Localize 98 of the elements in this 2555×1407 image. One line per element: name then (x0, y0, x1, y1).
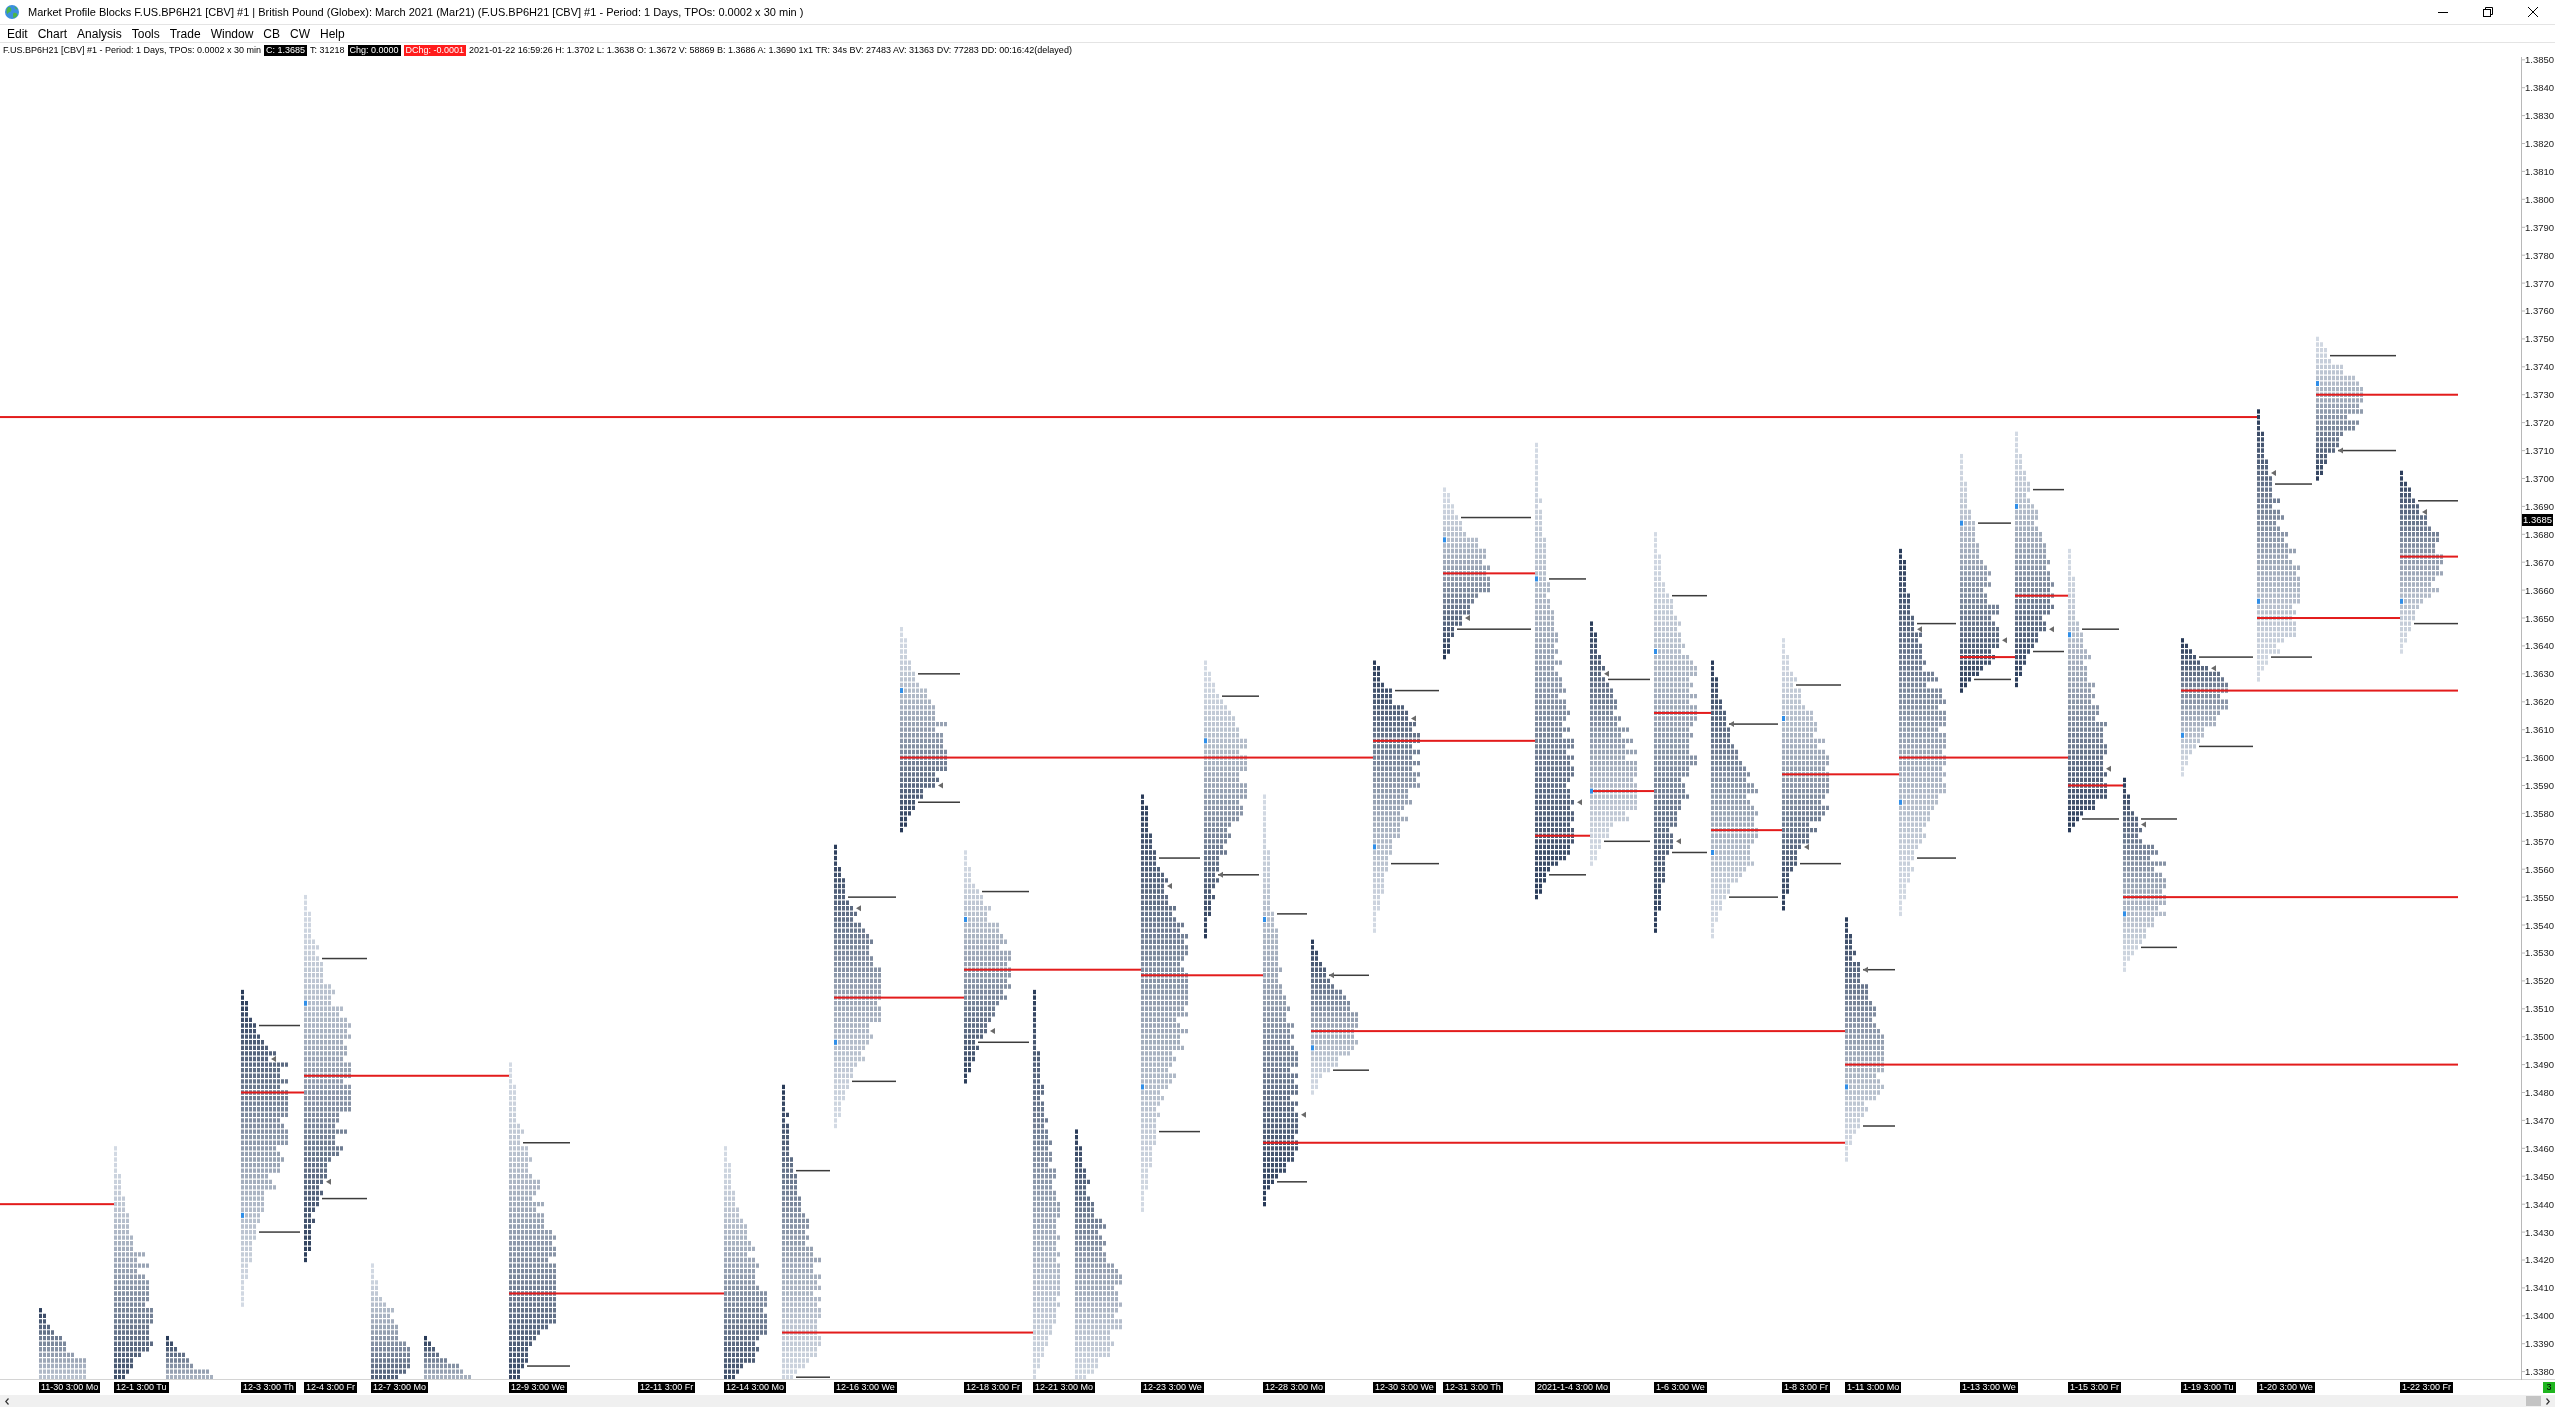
price-label: 1.3620 (2525, 696, 2555, 708)
price-label: 1.3820 (2525, 138, 2555, 150)
menu-item[interactable]: Help (315, 25, 350, 42)
price-label: 1.3530 (2525, 947, 2555, 959)
menu-item[interactable]: Chart (32, 25, 73, 42)
price-label: 1.3430 (2525, 1226, 2555, 1238)
date-label: 12-11 3:00 Fr (638, 1382, 696, 1393)
price-label: 1.3710 (2525, 445, 2555, 457)
info-text: 2021-01-22 16:59:26 H: 1.3702 L: 1.3638 O: 1.3672 V: 58869 B: 1.3686 A: 1.3690 1x1 TR: 34s BV: 27483 AV: 31363 DV: 77283 DD: 00:16:42(delayed) (469, 44, 1072, 56)
date-label: 12-28 3:00 Mo (1263, 1382, 1326, 1393)
chevron-left-icon (5, 1397, 9, 1405)
date-label: 12-31 3:00 Th (1443, 1382, 1503, 1393)
price-label: 1.3670 (2525, 556, 2555, 568)
date-label: 12-18 3:00 Fr (964, 1382, 1023, 1393)
date-label: 12-16 3:00 We (834, 1382, 897, 1393)
date-label: 1-22 3:00 Fr (2400, 1382, 2454, 1393)
menu-item[interactable]: Tools (126, 25, 165, 42)
date-label: 12-21 3:00 Mo (1033, 1382, 1096, 1393)
price-label: 1.3780 (2525, 249, 2555, 261)
menu-item[interactable]: CW (285, 25, 315, 42)
info-text: F.US.BP6H21 [CBV] #1 - Period: 1 Days, TPOs: 0.0002 x 30 min (3, 44, 261, 56)
date-label: 12-23 3:00 We (1141, 1382, 1204, 1393)
price-label: 1.3790 (2525, 221, 2555, 233)
price-label: 1.3800 (2525, 193, 2555, 205)
date-label: 12-4 3:00 Fr (304, 1382, 358, 1393)
price-label: 1.3580 (2525, 807, 2555, 819)
price-label: 1.3770 (2525, 277, 2555, 289)
price-label: 1.3400 (2525, 1310, 2555, 1322)
price-label: 1.3470 (2525, 1114, 2555, 1126)
price-label: 1.3740 (2525, 361, 2555, 373)
price-label: 1.3680 (2525, 528, 2555, 540)
price-label: 1.3510 (2525, 1003, 2555, 1015)
price-label: 1.3720 (2525, 417, 2555, 429)
price-label: 1.3830 (2525, 110, 2555, 122)
price-label: 1.3440 (2525, 1198, 2555, 1210)
menu-item[interactable]: Edit (2, 25, 33, 42)
quote-badge: Chg: 0.0000 (347, 44, 401, 56)
date-label: 1-15 3:00 Fr (2068, 1382, 2122, 1393)
price-label: 1.3690 (2525, 500, 2555, 512)
window-title: Market Profile Blocks F.US.BP6H21 [CBV] #1 | British Pound (Globex): March 2021 (Mar21) (F.US.BP6H21 [CBV] #1 - Period: 1 Days, TPOs: 0.0002 x 30 min ) (28, 6, 804, 18)
price-label: 1.3730 (2525, 389, 2555, 401)
price-label: 1.3520 (2525, 975, 2555, 987)
price-label: 1.3600 (2525, 752, 2555, 764)
price-label: 1.3640 (2525, 640, 2555, 652)
info-text: T: 31218 (310, 44, 345, 56)
date-label: 12-9 3:00 We (509, 1382, 567, 1393)
globe-icon (5, 5, 19, 19)
menu-item[interactable]: Analysis (72, 25, 127, 42)
horizontal-scrollbar[interactable] (0, 1395, 2555, 1407)
menu-item[interactable]: CB (258, 25, 285, 42)
date-label: 12-7 3:00 Mo (371, 1382, 429, 1393)
price-label: 1.3380 (2525, 1366, 2555, 1378)
price-label: 1.3630 (2525, 668, 2555, 680)
price-label: 1.3590 (2525, 780, 2555, 791)
price-label: 1.3750 (2525, 333, 2555, 345)
price-label: 1.3850 (2525, 57, 2555, 66)
price-label: 1.3480 (2525, 1087, 2555, 1098)
date-label: 1-20 3:00 We (2257, 1382, 2315, 1393)
date-label: 12-14 3:00 Mo (724, 1382, 787, 1393)
price-label: 1.3550 (2525, 891, 2555, 903)
price-label: 1.3390 (2525, 1338, 2555, 1350)
date-label: 2021-1-4 3:00 Mo (1535, 1382, 1611, 1393)
date-label: 1-13 3:00 We (1960, 1382, 2018, 1393)
menu-item[interactable]: Trade (164, 25, 206, 42)
price-label: 1.3490 (2525, 1059, 2555, 1071)
price-label: 1.3570 (2525, 835, 2555, 847)
price-label: 1.3410 (2525, 1282, 2555, 1294)
price-label: 1.3450 (2525, 1170, 2555, 1182)
price-label: 1.3760 (2525, 305, 2555, 317)
date-label: 1-19 3:00 Tu (2181, 1382, 2236, 1393)
date-label: 1-8 3:00 Fr (1782, 1382, 1831, 1393)
price-label: 1.3660 (2525, 584, 2555, 596)
price-label: 1.3540 (2525, 919, 2555, 931)
price-label: 1.3700 (2525, 472, 2555, 484)
last-price-label: 1.3685 (2522, 514, 2554, 527)
price-label: 1.3460 (2525, 1142, 2555, 1154)
price-label: 1.3500 (2525, 1031, 2555, 1043)
price-label: 1.3650 (2525, 612, 2555, 624)
status-indicator: 3 (2543, 1382, 2555, 1393)
scrollbar-thumb[interactable] (2526, 1396, 2541, 1406)
quote-badge: DChg: -0.0001 (403, 44, 467, 56)
price-label: 1.3610 (2525, 724, 2555, 736)
close-icon (2527, 7, 2538, 17)
date-label: 12-1 3:00 Tu (114, 1382, 169, 1393)
date-label: 1-11 3:00 Mo (1845, 1382, 1902, 1393)
price-label: 1.3420 (2525, 1254, 2555, 1266)
quote-badge: C: 1.3685 (263, 44, 307, 56)
menu-item[interactable]: Window (205, 25, 259, 42)
date-label: 1-6 3:00 We (1654, 1382, 1707, 1393)
minimize-icon (2437, 11, 2448, 13)
restore-icon (2482, 7, 2493, 17)
chevron-right-icon (2546, 1397, 2550, 1405)
price-label: 1.3840 (2525, 82, 2555, 94)
date-label: 11-30 3:00 Mo (39, 1382, 101, 1393)
date-label: 12-3 3:00 Th (241, 1382, 296, 1393)
date-label: 12-30 3:00 We (1373, 1382, 1436, 1393)
price-label: 1.3810 (2525, 165, 2555, 177)
price-label: 1.3560 (2525, 863, 2555, 875)
